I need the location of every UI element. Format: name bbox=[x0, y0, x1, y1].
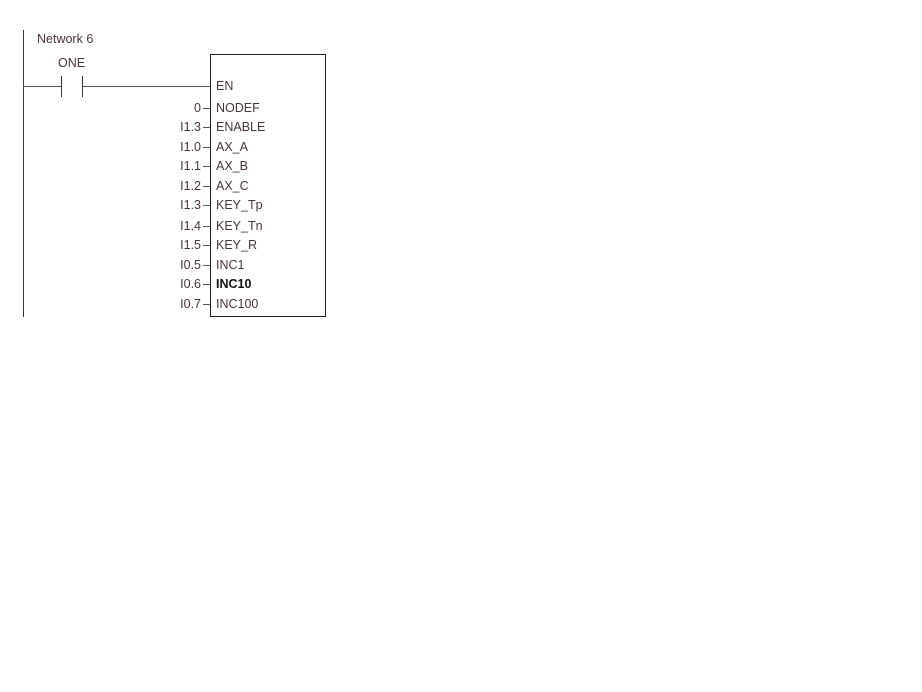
pin-wire bbox=[203, 265, 210, 266]
pin-wire bbox=[203, 226, 210, 227]
input-address[interactable]: I1.5 bbox=[141, 238, 201, 252]
pin-wire bbox=[203, 284, 210, 285]
input-address[interactable]: I0.7 bbox=[141, 297, 201, 311]
input-address[interactable]: I1.4 bbox=[141, 219, 201, 233]
pin-label: NODEF bbox=[216, 101, 260, 115]
pin-wire bbox=[203, 245, 210, 246]
pin-label: AX_C bbox=[216, 179, 249, 193]
pin-label: ENABLE bbox=[216, 120, 266, 134]
pin-wire bbox=[203, 304, 210, 305]
pin-wire bbox=[203, 147, 210, 148]
rung-wire-right bbox=[83, 86, 210, 87]
pin-label: KEY_Tp bbox=[216, 198, 263, 212]
input-address[interactable]: I0.6 bbox=[141, 277, 201, 291]
pin-wire bbox=[203, 186, 210, 187]
input-address[interactable]: I1.2 bbox=[141, 179, 201, 193]
pin-label: KEY_Tn bbox=[216, 219, 263, 233]
pin-label: AX_B bbox=[216, 159, 248, 173]
rung-wire-left bbox=[23, 86, 61, 87]
input-address[interactable]: I1.1 bbox=[141, 159, 201, 173]
pin-wire bbox=[203, 127, 210, 128]
input-address[interactable]: 0 bbox=[141, 101, 201, 115]
power-rail bbox=[23, 30, 24, 317]
contact-left-bar bbox=[61, 76, 62, 97]
network-title: Network 6 bbox=[37, 32, 94, 46]
pin-label: INC100 bbox=[216, 297, 259, 311]
input-address[interactable]: I0.5 bbox=[141, 258, 201, 272]
pin-wire bbox=[203, 205, 210, 206]
pin-wire bbox=[203, 108, 210, 109]
contact-label[interactable]: ONE bbox=[58, 56, 85, 70]
input-address[interactable]: I1.3 bbox=[141, 120, 201, 134]
pin-label: INC10 bbox=[216, 277, 252, 291]
input-address[interactable]: I1.3 bbox=[141, 198, 201, 212]
pin-label: KEY_R bbox=[216, 238, 257, 252]
pin-wire bbox=[203, 166, 210, 167]
pin-en: EN bbox=[216, 79, 234, 93]
pin-label: INC1 bbox=[216, 258, 245, 272]
input-address[interactable]: I1.0 bbox=[141, 140, 201, 154]
pin-label: AX_A bbox=[216, 140, 248, 154]
